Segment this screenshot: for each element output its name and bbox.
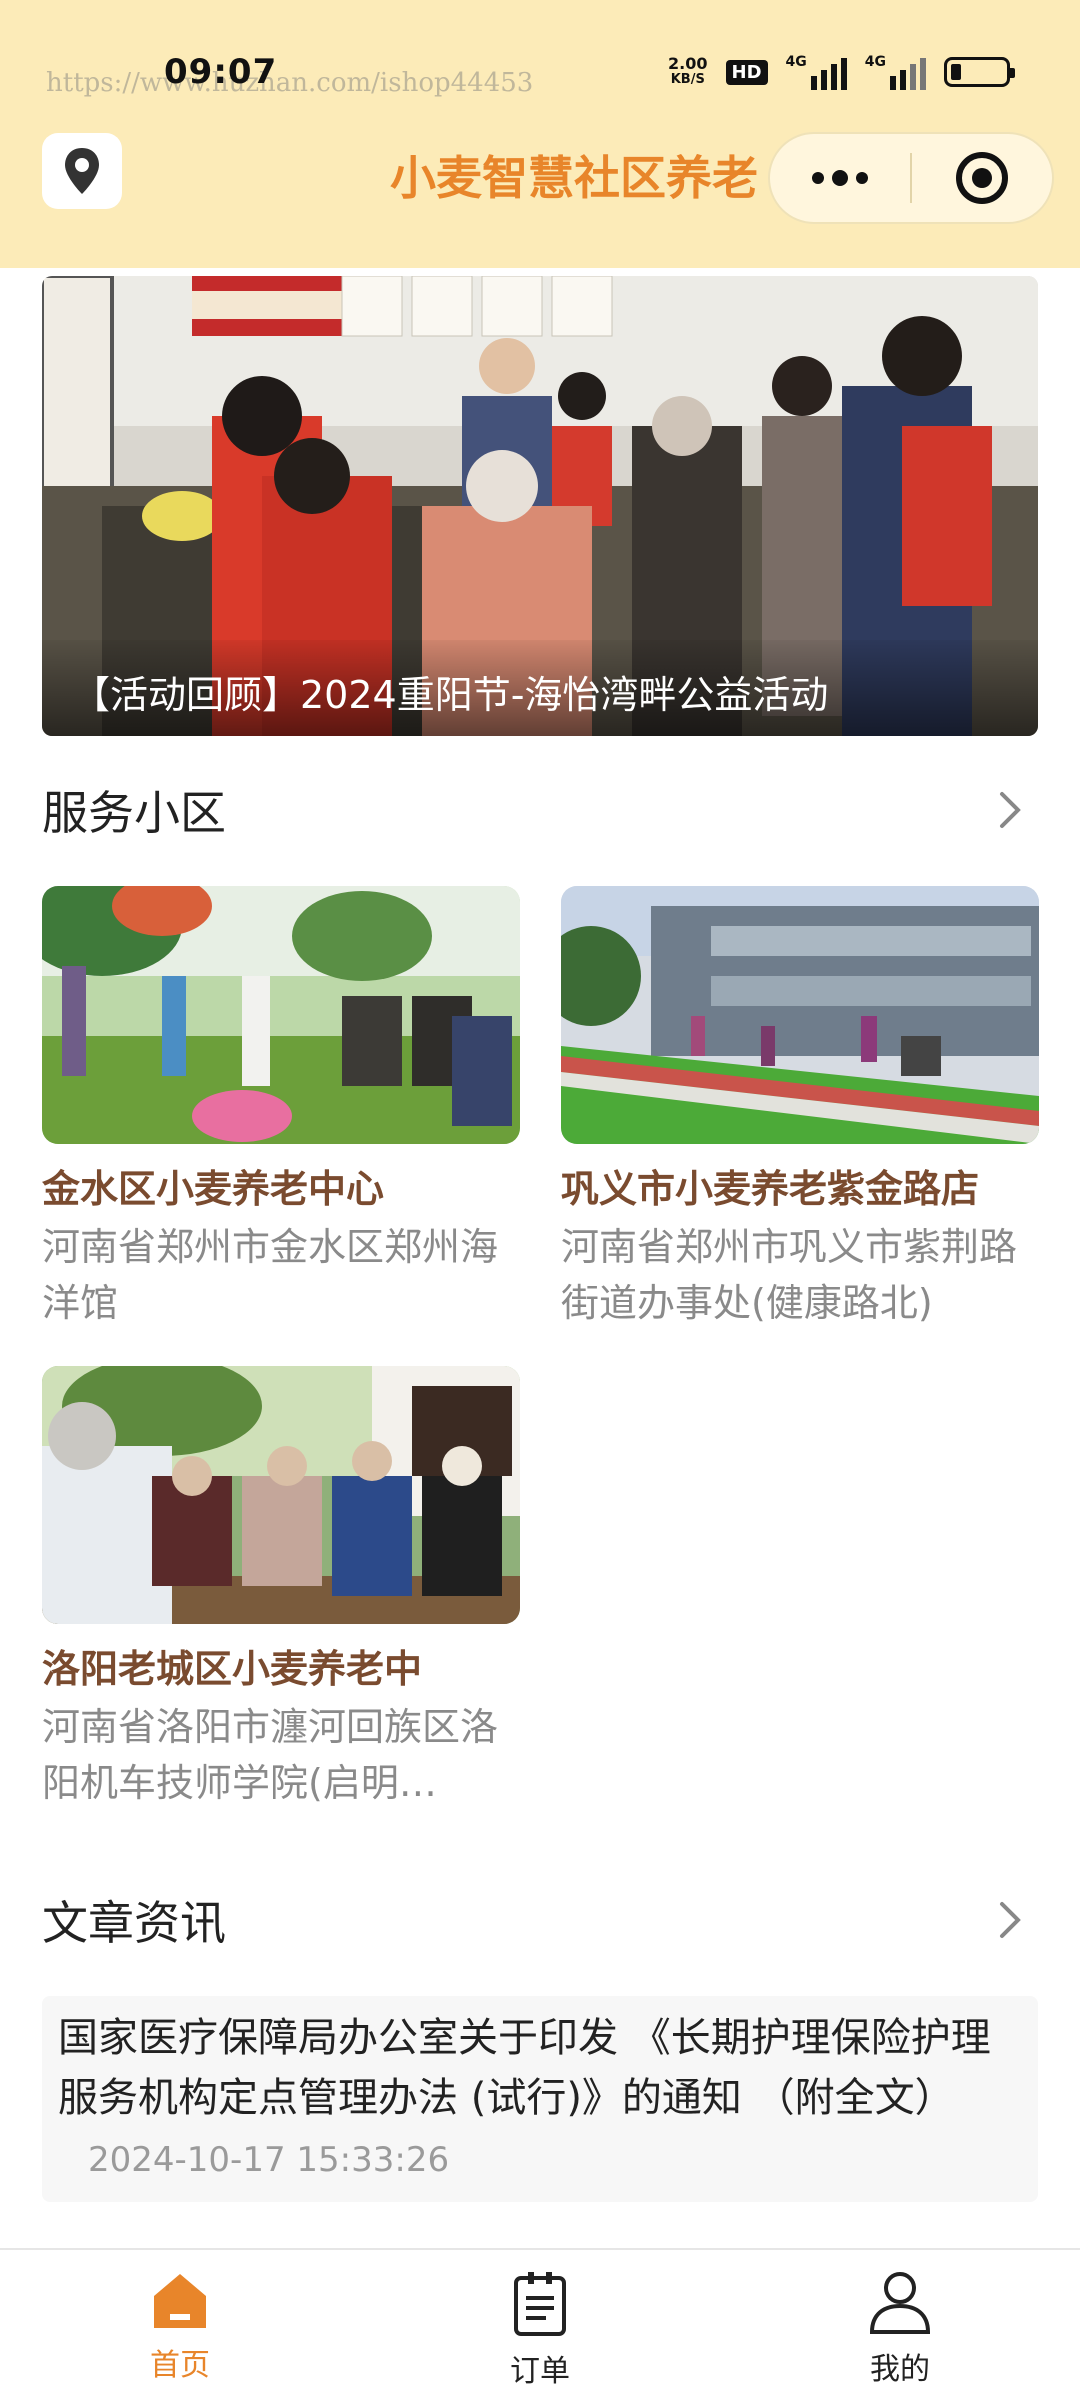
- banner-caption: 【活动回顾】2024重阳节-海怡湾畔公益活动: [42, 640, 1038, 736]
- community-card[interactable]: 巩义市小麦养老紫金路店 河南省郑州市巩义市紫荆路街道办事处(健康路北): [561, 886, 1039, 1331]
- community-card[interactable]: 洛阳老城区小麦养老中 河南省洛阳市瀍河回族区洛阳机车技师学院(启明…: [42, 1366, 520, 1811]
- location-pin-icon: [65, 148, 99, 194]
- articles-header[interactable]: 文章资讯: [42, 1890, 1038, 1950]
- network-speed: 2.00 KB/S: [668, 56, 707, 88]
- target-icon: [956, 152, 1008, 204]
- article-time: 2024-10-17 15:33:26: [88, 2140, 450, 2180]
- tab-home[interactable]: 首页: [0, 2250, 360, 2400]
- community-address: 河南省郑州市金水区郑州海洋馆: [42, 1225, 499, 1325]
- home-icon: [154, 2274, 206, 2328]
- tab-mine[interactable]: 我的: [720, 2250, 1080, 2400]
- signal-icon: 4G: [786, 54, 847, 90]
- tab-orders-label: 订单: [510, 2354, 570, 2389]
- communities-title: 服务小区: [42, 786, 226, 840]
- status-icons: 2.00 KB/S HD 4G 4G: [668, 52, 1015, 92]
- article-title-block: 国家医疗保障局办公室关于印发 《长期护理保险护理服务机构定点管理办法 (试行)》…: [58, 2008, 1022, 2190]
- user-icon: [869, 2272, 931, 2334]
- community-address: 河南省郑州市巩义市紫荆路街道办事处(健康路北): [561, 1225, 1018, 1325]
- bottom-tabbar: 首页 订单 我的: [0, 2248, 1080, 2400]
- chevron-right-icon: [1000, 1902, 1021, 1938]
- chevron-right-icon: [1000, 792, 1021, 828]
- community-name: 洛阳老城区小麦养老中: [42, 1647, 423, 1691]
- community-photo: [561, 886, 1039, 1144]
- more-button[interactable]: [770, 134, 910, 222]
- tab-orders[interactable]: 订单: [360, 2250, 720, 2400]
- community-address: 河南省洛阳市瀍河回族区洛阳机车技师学院(启明…: [42, 1705, 499, 1805]
- activity-banner[interactable]: 【活动回顾】2024重阳节-海怡湾畔公益活动: [42, 276, 1038, 736]
- watermark-url: https://www.huzhan.com/ishop44453: [46, 68, 534, 98]
- top-header: https://www.huzhan.com/ishop44453 09:07 …: [0, 0, 1080, 268]
- community-photo: [42, 1366, 520, 1624]
- community-name: 金水区小麦养老中心: [42, 1167, 385, 1211]
- article-item[interactable]: 国家医疗保障局办公室关于印发 《长期护理保险护理服务机构定点管理办法 (试行)》…: [42, 1996, 1038, 2202]
- hd-badge: HD: [725, 59, 768, 85]
- signal-1-label: 4G: [785, 54, 807, 70]
- article-title: 国家医疗保障局办公室关于印发 《长期护理保险护理服务机构定点管理办法 (试行)》…: [58, 2015, 991, 2121]
- more-dots-icon: [812, 170, 868, 186]
- network-speed-unit: KB/S: [670, 72, 705, 87]
- communities-header[interactable]: 服务小区: [42, 780, 1038, 840]
- community-name: 巩义市小麦养老紫金路店: [561, 1167, 980, 1211]
- app-title: 小麦智慧社区养老: [390, 151, 758, 205]
- tab-home-label: 首页: [150, 2348, 210, 2383]
- tab-mine-label: 我的: [870, 2352, 930, 2387]
- order-clipboard-icon: [514, 2272, 566, 2336]
- battery-icon: [944, 57, 1015, 87]
- close-mini-program-button[interactable]: [912, 134, 1052, 222]
- articles-title: 文章资讯: [42, 1896, 226, 1950]
- location-button[interactable]: [42, 133, 122, 209]
- mini-program-capsule: [768, 132, 1054, 224]
- community-photo: [42, 886, 520, 1144]
- signal-icon-2: 4G: [865, 54, 926, 90]
- community-card[interactable]: 金水区小麦养老中心 河南省郑州市金水区郑州海洋馆: [42, 886, 520, 1331]
- signal-2-label: 4G: [864, 54, 886, 70]
- network-speed-value: 2.00: [668, 54, 708, 73]
- status-time: 09:07: [164, 52, 278, 92]
